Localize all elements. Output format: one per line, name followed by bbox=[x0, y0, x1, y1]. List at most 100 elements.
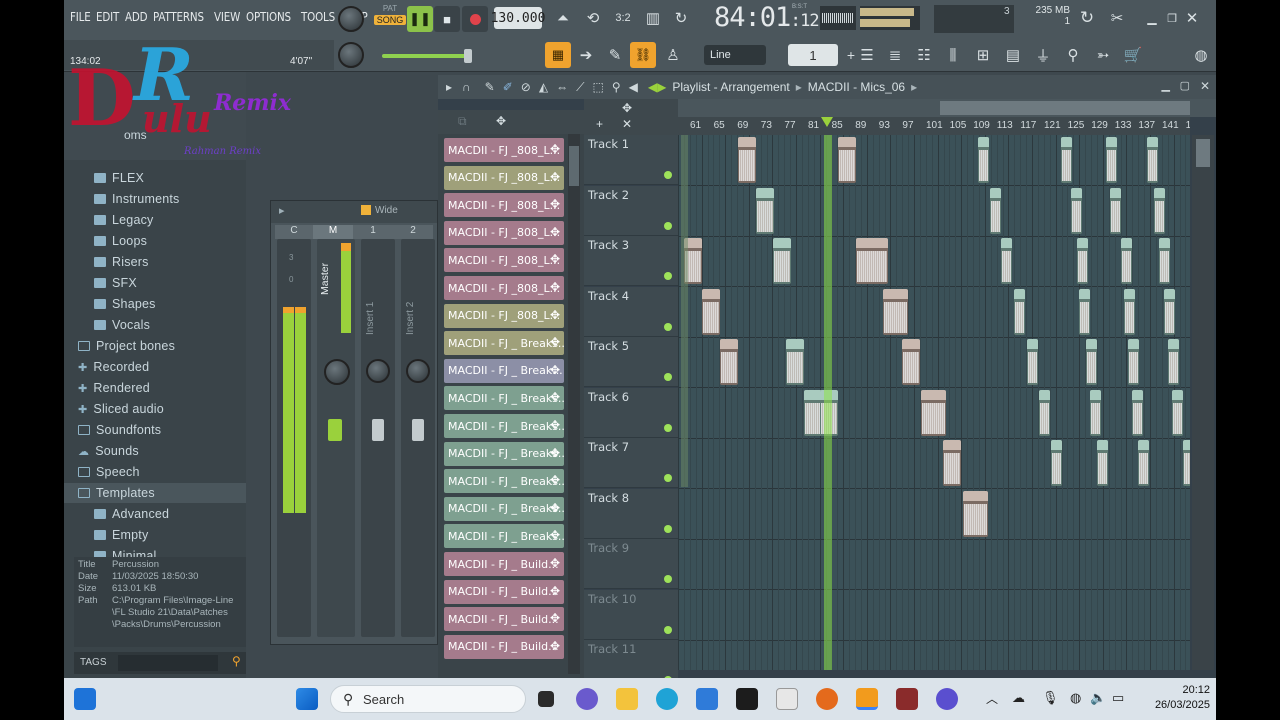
pattern-selector[interactable]: 1 bbox=[788, 44, 838, 66]
audio-clip[interactable] bbox=[1077, 238, 1088, 284]
audio-clip[interactable] bbox=[1110, 187, 1121, 234]
track-header[interactable]: Track 2 bbox=[584, 185, 678, 236]
master-volume-slider[interactable] bbox=[382, 49, 472, 63]
browser-item-recorded[interactable]: ✚ Recorded bbox=[64, 357, 246, 377]
audio-clip[interactable] bbox=[1090, 389, 1101, 436]
channel-button[interactable]: MACDII - FJ _ Breaks... ✥ bbox=[444, 496, 564, 521]
fl-studio-taskbar-icon[interactable] bbox=[856, 688, 878, 710]
winrar-icon[interactable] bbox=[896, 688, 918, 710]
zoom-tool-icon[interactable]: ⚲ bbox=[612, 80, 621, 94]
channel-button[interactable]: MACDII - FJ _808_L... ✥ bbox=[444, 193, 564, 218]
audio-clip[interactable] bbox=[1128, 339, 1139, 385]
browser-icon[interactable]: ▤ bbox=[1000, 42, 1026, 68]
track-header[interactable]: Track 3 bbox=[584, 236, 678, 286]
audio-clip[interactable] bbox=[838, 137, 856, 183]
rack-tool-icon[interactable]: ⧉ bbox=[458, 114, 467, 129]
play-button[interactable]: ❚❚ bbox=[407, 6, 433, 32]
audio-clip[interactable] bbox=[1147, 137, 1158, 183]
master-volume-knob[interactable] bbox=[338, 6, 364, 32]
network-icon[interactable]: ◍ bbox=[1070, 690, 1081, 706]
track-header[interactable]: Track 1 bbox=[584, 135, 678, 185]
channel-button[interactable]: MACDII - FJ _ Build... ✥ bbox=[444, 634, 564, 659]
master-fader[interactable] bbox=[328, 419, 342, 441]
insert1-fader[interactable] bbox=[372, 419, 384, 441]
widgets-icon[interactable] bbox=[74, 688, 96, 710]
track-header[interactable]: Track 4 bbox=[584, 286, 678, 337]
channel-rack-icon[interactable]: ☷ bbox=[911, 42, 937, 68]
channel-move-icon[interactable]: ✥ bbox=[550, 528, 560, 542]
audio-clip[interactable] bbox=[1159, 238, 1170, 284]
tempo-display[interactable]: 130.000 bbox=[491, 7, 545, 29]
audio-clip[interactable] bbox=[856, 238, 888, 284]
audio-clip[interactable] bbox=[1071, 187, 1082, 234]
chat-icon[interactable] bbox=[576, 688, 598, 710]
link-icon[interactable]: ⛓ bbox=[630, 42, 656, 68]
audio-clip[interactable] bbox=[1164, 288, 1175, 335]
rack-cross-arrows-icon[interactable]: ✥ bbox=[496, 114, 506, 128]
browser-item-sfx[interactable]: SFX bbox=[64, 273, 246, 293]
menu-edit[interactable]: EDIT bbox=[96, 10, 119, 24]
delete-tool-icon[interactable]: ⊘ bbox=[521, 80, 531, 94]
browser-item-vocals[interactable]: Vocals bbox=[64, 315, 246, 335]
channel-move-icon[interactable]: ✥ bbox=[550, 197, 560, 211]
channel-move-icon[interactable]: ✥ bbox=[550, 390, 560, 404]
master-pitch-knob[interactable] bbox=[338, 42, 364, 68]
audio-clip[interactable] bbox=[1168, 339, 1179, 385]
track-mute-led[interactable] bbox=[664, 575, 672, 583]
plugin-icon[interactable]: ⏚ bbox=[1030, 42, 1056, 68]
step-edit-icon[interactable]: ▥ bbox=[640, 5, 666, 31]
channel-move-icon[interactable]: ✥ bbox=[550, 556, 560, 570]
playlist-vscroll[interactable] bbox=[1192, 135, 1214, 670]
playlist-minimize-icon[interactable]: ▁ bbox=[1162, 79, 1170, 92]
audio-clip[interactable] bbox=[1132, 389, 1143, 436]
snap-select[interactable]: Line bbox=[704, 45, 766, 65]
timeline-ruler[interactable]: 61 65 69 73 77 81 85 89 93 97 101 105 109 113 117 121 12… bbox=[678, 117, 1190, 135]
scissors-icon[interactable]: ✂ bbox=[1104, 5, 1130, 31]
track-mute-led[interactable] bbox=[664, 373, 672, 381]
channel-button[interactable]: MACDII - FJ _ Breaks... ✥ bbox=[444, 331, 564, 356]
vscroll-thumb[interactable] bbox=[1196, 139, 1210, 167]
scissor-tool-icon[interactable]: ➳ bbox=[1090, 42, 1116, 68]
cross-arrows-icon[interactable]: ✥ bbox=[622, 101, 632, 115]
browser-item-sliced-audio[interactable]: ✚ Sliced audio bbox=[64, 399, 246, 419]
menu-view[interactable]: VIEW bbox=[214, 10, 240, 24]
channel-move-icon[interactable]: ✥ bbox=[550, 308, 560, 322]
mixer-icon[interactable]: ⫼ bbox=[940, 42, 966, 68]
shop-cart-icon[interactable]: 🛒 bbox=[1120, 42, 1146, 68]
channel-button[interactable]: MACDII - FJ _ Breaks... ✥ bbox=[444, 441, 564, 466]
playlist-close-icon[interactable]: ✕ bbox=[1200, 79, 1210, 93]
insert2-strip[interactable]: Insert 2 bbox=[401, 239, 435, 637]
paint-tool-icon[interactable]: ✐ bbox=[503, 80, 513, 94]
battery-icon[interactable]: ▭ bbox=[1112, 690, 1124, 706]
insert1-strip[interactable]: Insert 1 bbox=[361, 239, 395, 637]
channel-button[interactable]: MACDII - FJ _808_L... ✥ bbox=[444, 276, 564, 300]
snap-keyboard-icon[interactable]: ▦ bbox=[545, 42, 571, 68]
stop-button[interactable]: ■ bbox=[434, 6, 460, 32]
channel-button[interactable]: MACDII - FJ _808_L... ✥ bbox=[444, 248, 564, 273]
magnet-icon[interactable]: ∩ bbox=[462, 80, 471, 94]
browser-item-legacy[interactable]: Legacy bbox=[64, 210, 246, 230]
track-header[interactable]: Track 8 bbox=[584, 488, 678, 539]
mute-tool-icon[interactable]: ◭ bbox=[539, 80, 548, 94]
menu-add[interactable]: ADD bbox=[125, 10, 148, 24]
video-app-icon[interactable] bbox=[936, 688, 958, 710]
mixer-arrow-icon[interactable]: ▸ bbox=[279, 204, 285, 217]
audio-clip[interactable] bbox=[1039, 389, 1050, 436]
audio-clip[interactable] bbox=[720, 339, 738, 385]
track-header[interactable]: Track 10 bbox=[584, 589, 678, 640]
slice-tool-icon[interactable]: ⟋ bbox=[576, 80, 584, 95]
arrow-right-icon[interactable]: ➔ bbox=[573, 42, 599, 68]
audio-clip[interactable] bbox=[786, 339, 804, 385]
channel-button[interactable]: MACDII - FJ _808_L... ✥ bbox=[444, 220, 564, 245]
playlist-window-icon[interactable]: ☰ bbox=[854, 42, 880, 68]
track-mute-led[interactable] bbox=[664, 524, 672, 533]
channel-move-icon[interactable]: ✥ bbox=[550, 584, 560, 598]
track-header[interactable]: Track 5 bbox=[584, 337, 678, 387]
browser-item-risers[interactable]: Risers bbox=[64, 252, 246, 272]
track-mute-led[interactable] bbox=[664, 322, 672, 331]
channel-button[interactable]: MACDII - FJ _ Build... ✥ bbox=[444, 552, 564, 576]
select-tool-icon[interactable]: ⬚ bbox=[592, 80, 603, 94]
master-strip[interactable]: Master bbox=[317, 239, 355, 637]
track-header[interactable]: Track 9 bbox=[584, 539, 678, 589]
amazon-icon[interactable] bbox=[776, 688, 798, 710]
